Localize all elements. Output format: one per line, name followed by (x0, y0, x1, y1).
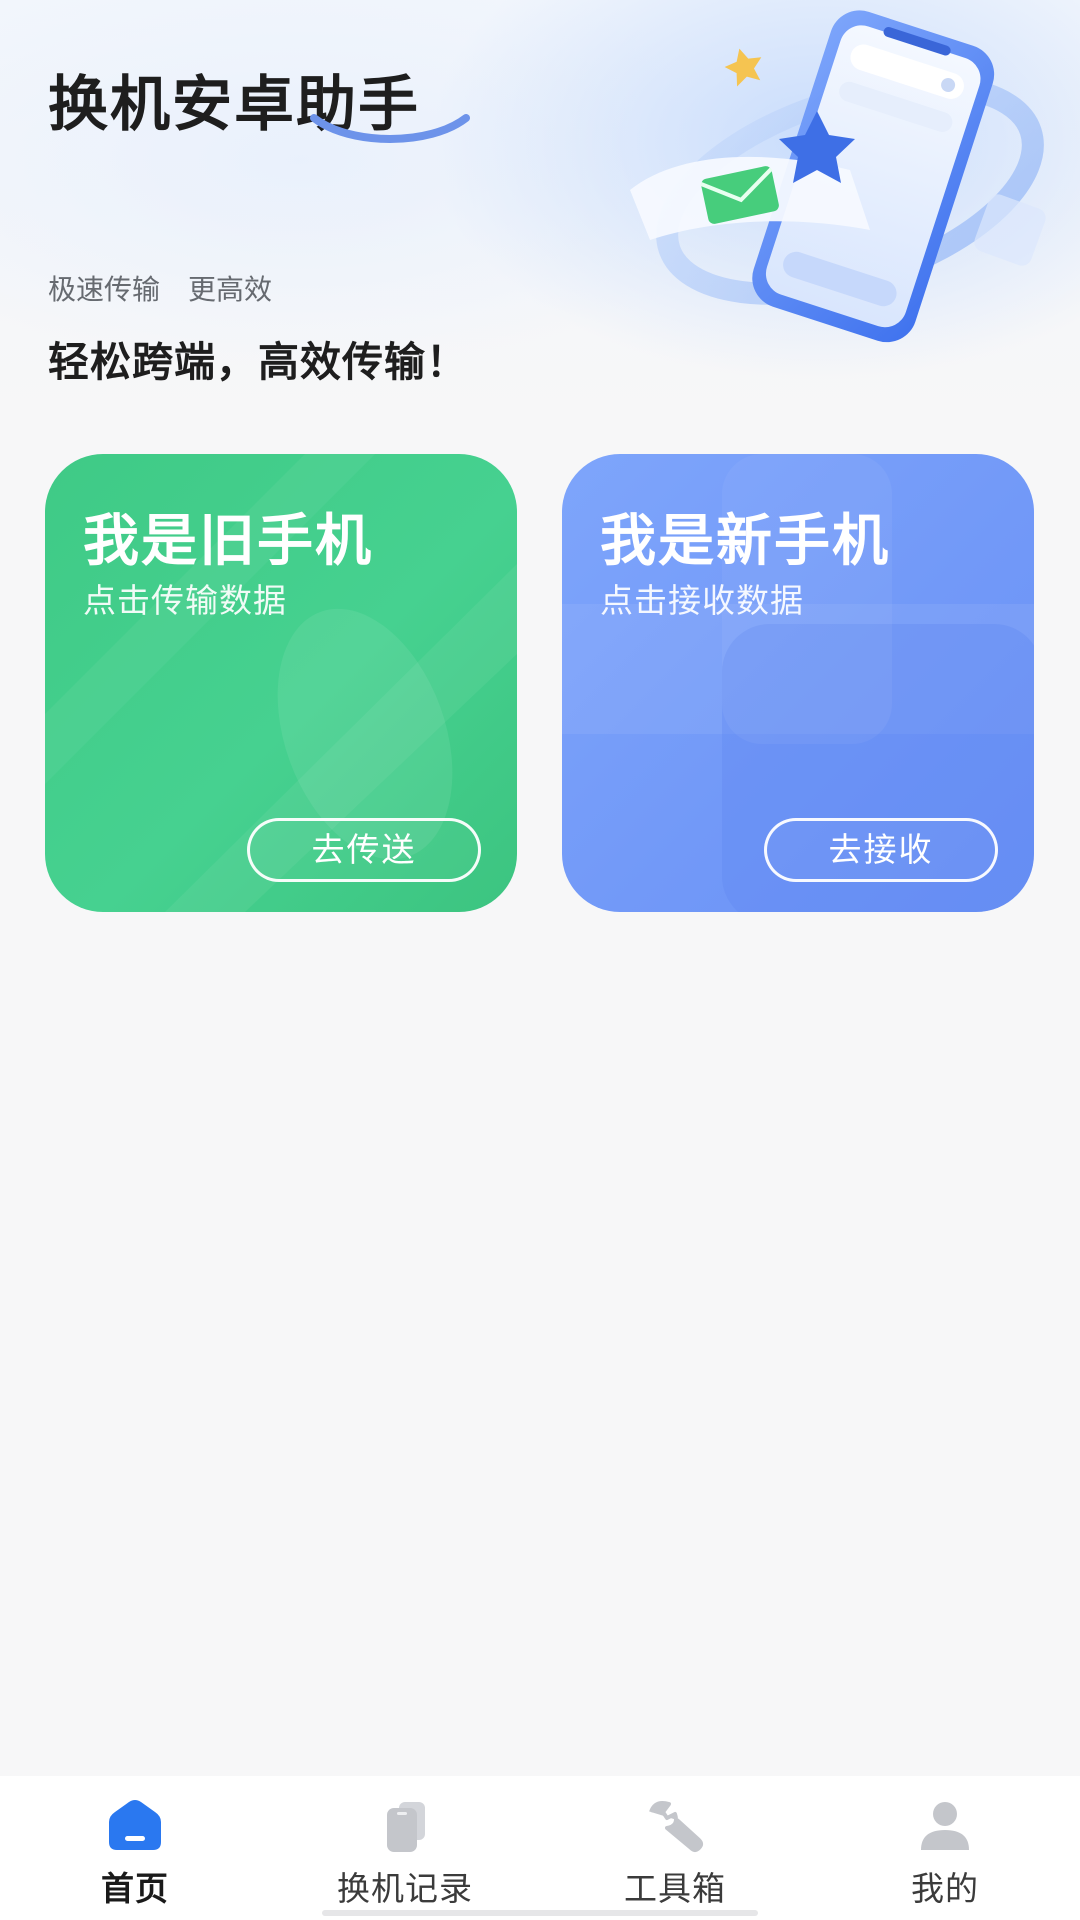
new-phone-card[interactable]: 我是新手机 点击接收数据 去接收 (562, 454, 1034, 912)
user-icon (921, 1802, 969, 1850)
old-phone-card[interactable]: 我是旧手机 点击传输数据 去传送 (45, 454, 517, 912)
home-indicator (322, 1910, 758, 1916)
title-underline-swoosh (310, 114, 470, 143)
tab-home-label: 首页 (101, 1869, 169, 1908)
hero-banner: 换机安卓助手 极速传输 更高效 轻松跨端，高效传输！ (0, 0, 1080, 420)
tab-records[interactable]: 换机记录 (270, 1776, 540, 1920)
new-phone-subtitle: 点击接收数据 (600, 581, 804, 620)
tab-mine[interactable]: 我的 (810, 1776, 1080, 1920)
receive-button[interactable]: 去接收 (764, 818, 998, 882)
tab-toolbox-label: 工具箱 (624, 1869, 726, 1908)
old-phone-title: 我是旧手机 (83, 509, 373, 574)
tab-records-label: 换机记录 (337, 1869, 473, 1908)
tab-mine-label: 我的 (911, 1869, 979, 1908)
new-phone-title: 我是新手机 (600, 509, 890, 574)
phone-illustration (630, 10, 1046, 343)
tab-home[interactable]: 首页 (0, 1776, 270, 1920)
old-phone-subtitle: 点击传输数据 (83, 581, 287, 620)
phone-records-icon (387, 1802, 425, 1852)
send-button[interactable]: 去传送 (247, 818, 481, 882)
wrench-icon (649, 1801, 703, 1852)
bottom-tab-bar: 首页 换机记录 工具箱 我的 (0, 1776, 1080, 1920)
home-icon (109, 1800, 161, 1850)
tab-toolbox[interactable]: 工具箱 (540, 1776, 810, 1920)
slogan-headline: 轻松跨端，高效传输！ (48, 338, 468, 386)
slogan-small: 极速传输 更高效 (48, 273, 273, 306)
